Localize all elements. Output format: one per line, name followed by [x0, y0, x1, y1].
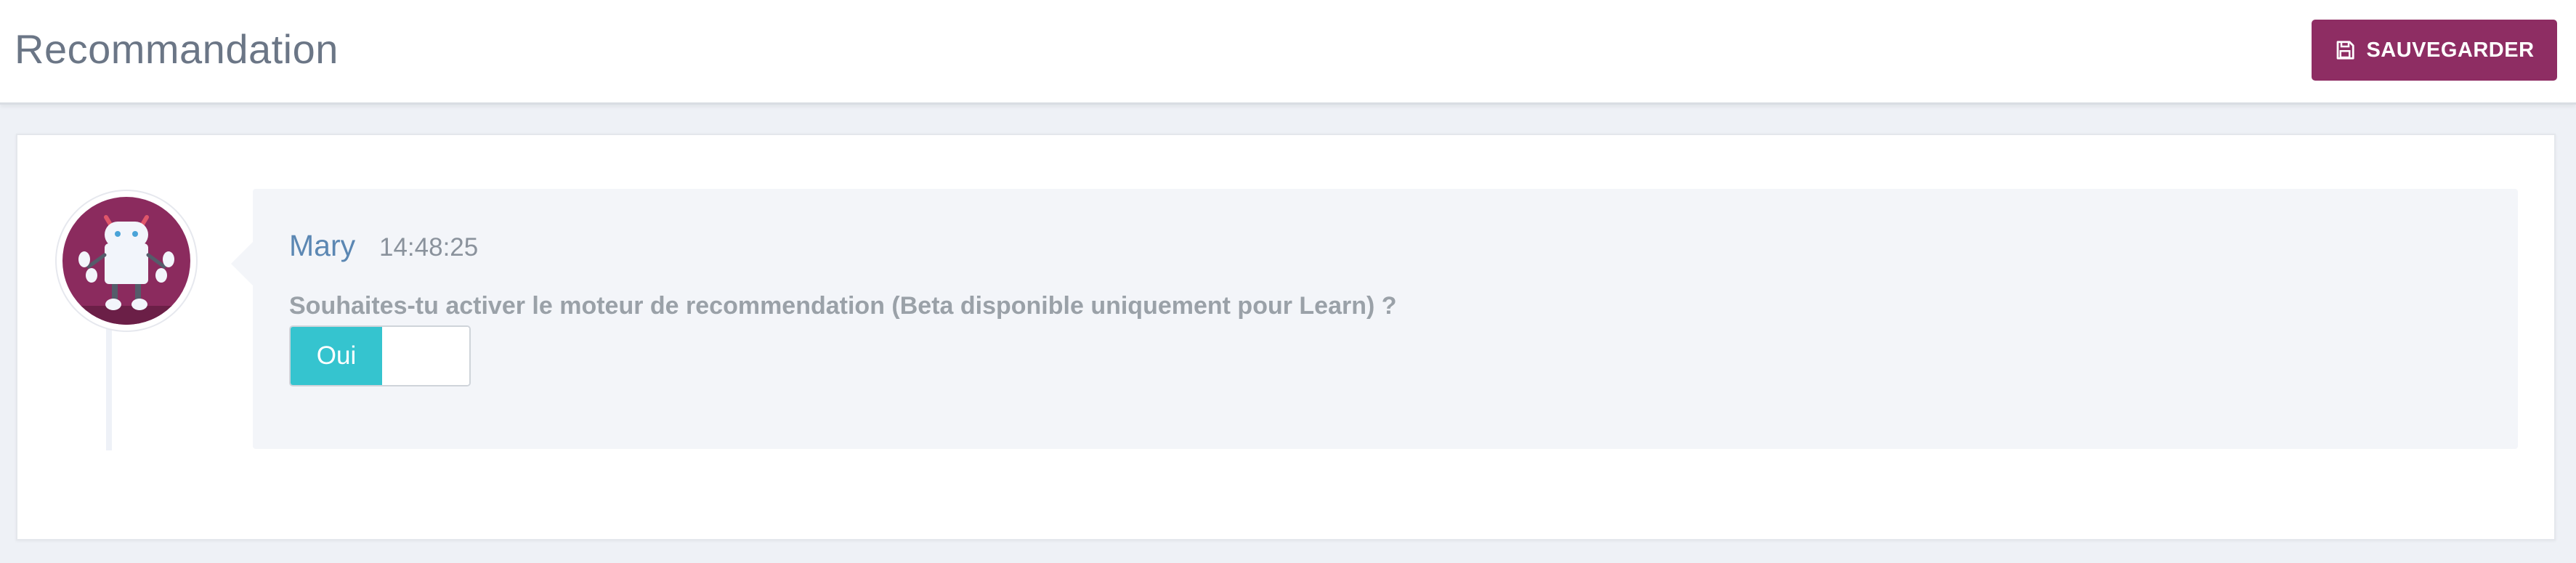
bubble-arrow	[231, 242, 253, 285]
toggle-off-area[interactable]	[382, 327, 469, 385]
toggle-on-label[interactable]: Oui	[291, 327, 382, 385]
floppy-disk-icon	[2334, 39, 2356, 61]
message-timestamp: 14:48:25	[379, 233, 479, 262]
save-button-label: SAUVEGARDER	[2366, 38, 2535, 62]
page-title: Recommandation	[15, 26, 339, 72]
message-author: Mary	[289, 229, 356, 262]
page-header: Recommandation SAUVEGARDER	[0, 0, 2576, 105]
avatar	[57, 191, 196, 331]
message-question: Souhaites-tu activer le moteur de recomm…	[289, 292, 1397, 320]
recommendation-toggle[interactable]: Oui	[289, 325, 471, 386]
robot-icon	[62, 197, 190, 325]
save-button[interactable]: SAUVEGARDER	[2312, 20, 2557, 81]
